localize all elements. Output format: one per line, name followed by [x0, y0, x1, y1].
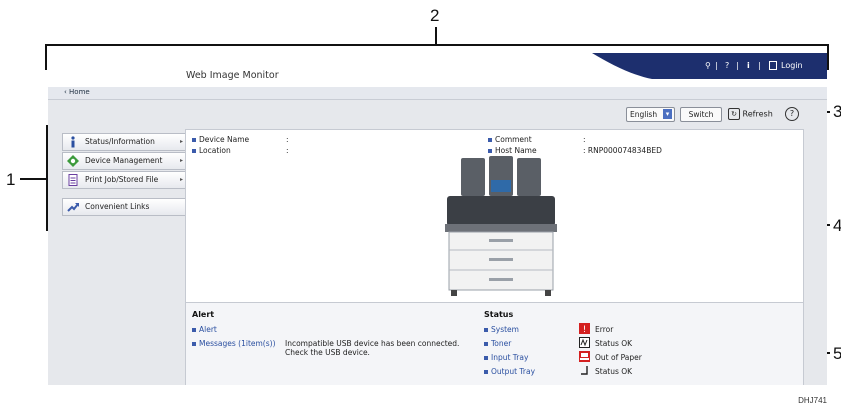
link-arrow-icon [67, 203, 79, 212]
device-name-label: Device Name [199, 135, 250, 144]
location-row: Location [192, 146, 231, 155]
callout-2-bracket [45, 44, 829, 46]
status-output-tray-value: Status OK [595, 367, 633, 376]
status-system-link[interactable]: System [484, 325, 519, 334]
util-divider: | [736, 61, 739, 70]
location-value: : [286, 146, 289, 155]
callout-3: 3 [833, 102, 841, 121]
sidebar-item-label: Device Management [85, 156, 163, 165]
comment-label: Comment [495, 135, 532, 144]
bullet-icon [484, 356, 488, 360]
status-input-tray-link[interactable]: Input Tray [484, 353, 528, 362]
chevron-right-icon: ▸ [179, 138, 183, 145]
alert-message-line2: Check the USB device. [285, 348, 370, 357]
alert-link[interactable]: Alert [192, 325, 217, 334]
chevron-right-icon: ▸ [179, 176, 183, 183]
location-label: Location [199, 146, 231, 155]
help-icon[interactable]: ? [725, 61, 729, 70]
status-output-tray-link[interactable]: Output Tray [484, 367, 535, 376]
bullet-icon [484, 342, 488, 346]
device-name-value: : [286, 135, 289, 144]
callout-2: 2 [430, 6, 440, 25]
error-icon: ! [579, 323, 590, 334]
help-circle-icon[interactable]: ? [785, 107, 799, 121]
alert-status-panel: Alert Alert Messages (1item(s)) Incompat… [186, 302, 803, 385]
callout-2-bracket-right [827, 44, 829, 70]
util-divider: | [715, 61, 718, 70]
refresh-label: Refresh [742, 109, 773, 119]
switch-button[interactable]: Switch [680, 107, 722, 122]
sidebar-item-label: Convenient Links [85, 202, 150, 211]
bullet-icon [192, 149, 196, 153]
messages-link[interactable]: Messages (1item(s)) [192, 339, 276, 348]
figure-code: DHJ741 [798, 396, 827, 405]
comment-value: : [583, 135, 586, 144]
info-icon[interactable]: i [747, 61, 750, 70]
alert-message-line1: Incompatible USB device has been connect… [285, 339, 460, 348]
breadcrumb-home-link[interactable]: ‹ Home [64, 88, 90, 96]
info-icon [71, 136, 75, 148]
status-system-value: Error [595, 325, 614, 334]
sidebar-item-print-job-stored-file[interactable]: Print Job/Stored File ▸ [62, 171, 188, 189]
sidebar-item-status-information[interactable]: Status/Information ▸ [62, 133, 188, 151]
login-icon [769, 61, 777, 70]
toner-icon [579, 337, 590, 348]
language-value: English [630, 110, 658, 119]
bullet-icon [192, 342, 196, 346]
bullet-icon [484, 328, 488, 332]
sidebar-item-label: Status/Information [85, 137, 155, 146]
svg-text:!: ! [583, 325, 587, 334]
refresh-icon: ↻ [728, 108, 740, 120]
bullet-icon [488, 138, 492, 142]
callout-4: 4 [833, 216, 841, 235]
app-title: Web Image Monitor [186, 70, 279, 81]
sidebar-item-device-management[interactable]: Device Management ▸ [62, 152, 188, 170]
breadcrumb-bar: ‹ Home [48, 87, 827, 100]
callout-1: 1 [6, 170, 16, 189]
refresh-button[interactable]: ↻ Refresh [728, 108, 773, 120]
header-bar: Web Image Monitor ⚲ | ? | i | Login [48, 53, 827, 88]
printer-image [445, 156, 557, 296]
host-name-value: : RNP000074834BED [583, 146, 662, 155]
callout-5: 5 [833, 344, 841, 363]
document-icon [68, 174, 78, 186]
search-icon[interactable]: ⚲ [705, 61, 711, 70]
status-title: Status [484, 310, 514, 319]
chevron-right-icon: ▸ [179, 157, 183, 164]
status-input-tray-value: Out of Paper [595, 353, 642, 362]
sidebar-item-convenient-links[interactable]: Convenient Links [62, 198, 188, 216]
bullet-icon [192, 138, 196, 142]
callout-2-vertical [435, 27, 437, 45]
main-content-panel: Device Name : Location : Comment : Host … [185, 129, 804, 385]
language-select[interactable]: English ▾ [626, 107, 675, 122]
device-management-icon [67, 155, 79, 167]
output-tray-icon [581, 366, 588, 375]
callout-1-leader [20, 178, 46, 180]
chevron-down-icon: ▾ [663, 109, 672, 119]
status-toner-value: Status OK [595, 339, 633, 348]
out-of-paper-icon [579, 351, 590, 362]
bullet-icon [488, 149, 492, 153]
status-toner-link[interactable]: Toner [484, 339, 511, 348]
bullet-icon [192, 328, 196, 332]
alert-title: Alert [192, 310, 215, 319]
login-link[interactable]: Login [781, 61, 803, 70]
sidebar-item-label: Print Job/Stored File [85, 175, 159, 184]
comment-row: Comment [488, 135, 532, 144]
web-image-monitor-window: Web Image Monitor ⚲ | ? | i | Login ‹ Ho… [48, 53, 827, 385]
bullet-icon [484, 370, 488, 374]
util-divider: | [758, 61, 761, 70]
device-name-row: Device Name [192, 135, 249, 144]
callout-2-bracket-left [45, 44, 47, 70]
